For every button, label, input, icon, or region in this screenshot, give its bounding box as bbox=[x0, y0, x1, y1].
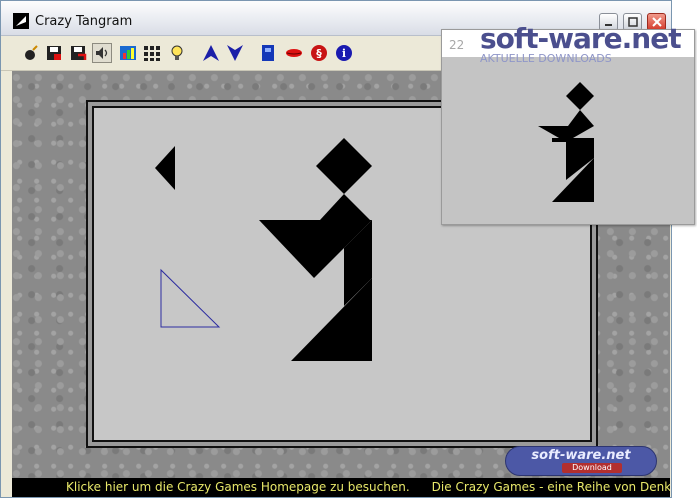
disk-red-arrow-icon bbox=[71, 46, 87, 60]
homepage-link[interactable]: Klicke hier um die Crazy Games Homepage … bbox=[66, 480, 410, 494]
status-bar: Klicke hier um die Crazy Games Homepage … bbox=[12, 478, 670, 497]
wand-icon bbox=[25, 45, 38, 60]
door-icon bbox=[262, 45, 274, 61]
watermark-text: soft-ware.net bbox=[531, 448, 631, 463]
ticker-text: Die Crazy Games - eine Reihe von Denk bbox=[431, 480, 670, 494]
tangram-piece-medium-triangle-outline[interactable] bbox=[160, 268, 221, 328]
tangram-piece-small-triangle-top[interactable] bbox=[320, 194, 370, 220]
brand-logo-text: soft-ware.net bbox=[480, 22, 682, 55]
info-button[interactable]: i bbox=[334, 43, 354, 63]
speaker-icon bbox=[96, 47, 108, 59]
exit-button[interactable] bbox=[258, 43, 278, 63]
paragraph-button[interactable]: § bbox=[309, 43, 329, 63]
save-button[interactable] bbox=[44, 43, 64, 63]
tangram-piece-large-triangle-bottom[interactable] bbox=[291, 278, 372, 361]
app-icon bbox=[13, 13, 29, 29]
svg-text:§: § bbox=[316, 47, 322, 60]
grid-button[interactable] bbox=[142, 43, 162, 63]
hint-button[interactable] bbox=[167, 43, 187, 63]
chart-icon bbox=[120, 46, 136, 60]
next-button[interactable] bbox=[225, 43, 245, 63]
info-icon: i bbox=[336, 45, 352, 61]
sound-button[interactable] bbox=[92, 43, 112, 63]
lips-button[interactable] bbox=[284, 43, 304, 63]
previous-button[interactable] bbox=[201, 43, 221, 63]
puzzle-number: 22 bbox=[449, 38, 465, 52]
watermark-sub: Download bbox=[562, 463, 622, 473]
svg-text:i: i bbox=[342, 47, 346, 60]
lips-icon bbox=[286, 49, 302, 57]
disk-red-icon bbox=[47, 46, 61, 60]
tangram-piece-square[interactable] bbox=[316, 138, 372, 194]
lightbulb-icon bbox=[171, 45, 183, 60]
new-game-button[interactable] bbox=[21, 43, 41, 63]
save-as-button[interactable] bbox=[68, 43, 88, 63]
download-watermark: soft-ware.net Download bbox=[505, 446, 657, 476]
grid-icon bbox=[144, 46, 160, 61]
arrow-up-icon bbox=[203, 45, 219, 61]
paragraph-icon: § bbox=[311, 45, 327, 61]
solution-preview-panel: 22 soft-ware.net AKTUELLE DOWNLOADS bbox=[441, 22, 695, 225]
arrow-down-icon bbox=[227, 45, 243, 61]
tangram-piece-small-triangle-left[interactable] bbox=[155, 146, 175, 190]
statistics-button[interactable] bbox=[118, 43, 138, 63]
brand-subtitle: AKTUELLE DOWNLOADS bbox=[480, 52, 612, 65]
window-title: Crazy Tangram bbox=[35, 14, 133, 29]
